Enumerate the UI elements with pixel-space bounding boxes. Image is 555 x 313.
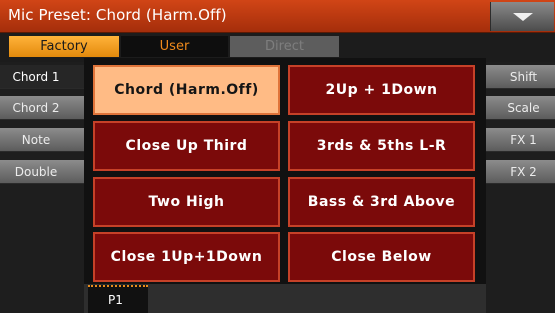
preset-button-6[interactable]: Bass & 3rd Above bbox=[288, 177, 475, 227]
preset-grid: Chord (Harm.Off) 2Up + 1Down Close Up Th… bbox=[84, 58, 486, 284]
preset-button-8[interactable]: Close Below bbox=[288, 232, 475, 282]
preset-button-3[interactable]: Close Up Third bbox=[93, 121, 280, 171]
tab-user[interactable]: User bbox=[121, 36, 228, 57]
tab-direct[interactable]: Direct bbox=[230, 36, 339, 57]
preset-button-7[interactable]: Close 1Up+1Down bbox=[93, 232, 280, 282]
side-tab-double[interactable]: Double bbox=[0, 160, 84, 184]
dropdown-arrow-icon bbox=[513, 13, 533, 21]
side-tab-scale[interactable]: Scale bbox=[486, 96, 555, 120]
side-tab-note[interactable]: Note bbox=[0, 128, 84, 152]
right-section-tabs: Shift Scale FX 1 FX 2 bbox=[486, 62, 555, 313]
tab-factory[interactable]: Factory bbox=[9, 36, 119, 57]
window-title: Mic Preset: Chord (Harm.Off) bbox=[8, 6, 227, 24]
side-tab-chord-2[interactable]: Chord 2 bbox=[0, 96, 84, 120]
preset-button-1[interactable]: Chord (Harm.Off) bbox=[93, 65, 280, 115]
side-tab-shift[interactable]: Shift bbox=[486, 65, 555, 89]
side-tab-fx-2[interactable]: FX 2 bbox=[486, 160, 555, 184]
page-bar: P1 bbox=[84, 284, 486, 313]
page-menu-button[interactable] bbox=[490, 2, 554, 31]
preset-button-5[interactable]: Two High bbox=[93, 177, 280, 227]
preset-button-4[interactable]: 3rds & 5ths L-R bbox=[288, 121, 475, 171]
left-category-tabs: Chord 1 Chord 2 Note Double bbox=[0, 62, 84, 313]
page-tab-p1[interactable]: P1 bbox=[88, 285, 148, 313]
bank-tab-row: Factory User Direct bbox=[0, 33, 555, 58]
title-bar: Mic Preset: Chord (Harm.Off) bbox=[0, 0, 555, 33]
side-tab-fx-1[interactable]: FX 1 bbox=[486, 128, 555, 152]
preset-button-2[interactable]: 2Up + 1Down bbox=[288, 65, 475, 115]
side-tab-chord-1[interactable]: Chord 1 bbox=[0, 65, 84, 89]
